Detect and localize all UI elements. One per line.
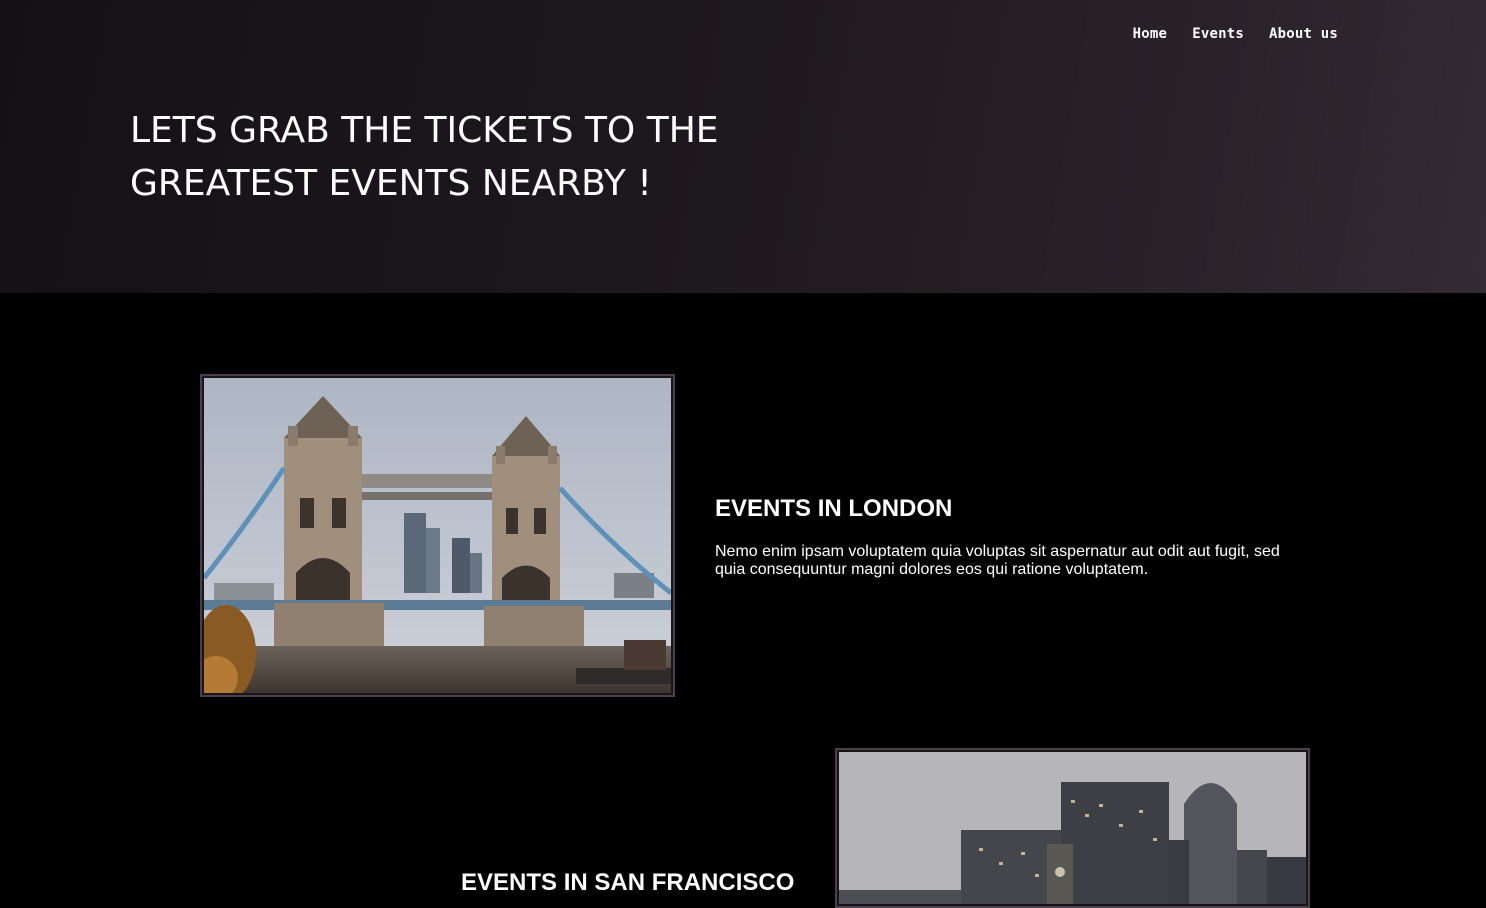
nav-events-link[interactable]: Events <box>1192 25 1244 43</box>
hero-title: LETS GRAB THE TICKETS TO THE GREATEST EV… <box>130 110 719 204</box>
london-section-description: Nemo enim ipsam voluptatem quia voluptas… <box>715 543 1280 578</box>
hero-banner: Home Events About us LETS GRAB THE TICKE… <box>0 0 1486 293</box>
tower-bridge-photo <box>204 378 671 693</box>
london-photo-frame <box>200 374 675 697</box>
tower-bridge-image <box>204 378 671 693</box>
london-section-title: EVENTS IN LONDON <box>715 495 953 522</box>
nav-about-link[interactable]: About us <box>1269 25 1338 43</box>
main-nav: Home Events About us <box>1133 25 1338 43</box>
san-francisco-photo-frame <box>835 748 1310 908</box>
san-francisco-section-title: EVENTS IN SAN FRANCISCO <box>461 869 795 896</box>
san-francisco-skyline-image <box>839 752 1306 904</box>
san-francisco-skyline-photo <box>839 752 1306 904</box>
nav-home-link[interactable]: Home <box>1133 25 1168 43</box>
